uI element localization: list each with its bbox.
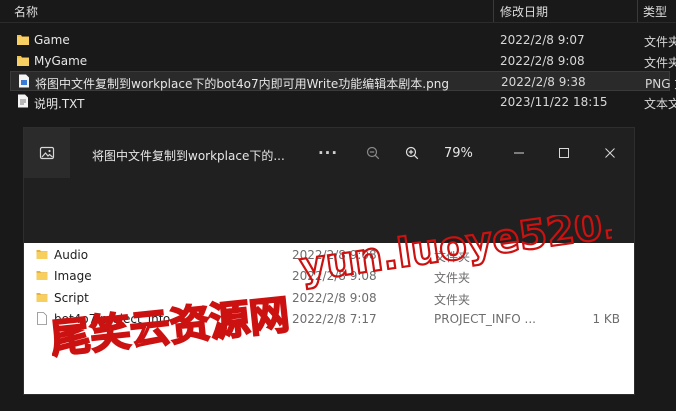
file-row-txt[interactable]: 说明.TXT 2023/11/22 18:15 文本文档 <box>10 92 676 112</box>
image-row-date: 2022/2/8 9:08 <box>292 269 377 283</box>
image-row-name: Image <box>54 269 92 283</box>
image-row: Image 2022/2/8 9:08 文件夹 <box>24 266 634 287</box>
image-row-type: 文件夹 <box>434 250 471 264</box>
image-row-name: bot4o7.project_info <box>54 312 171 326</box>
folder-icon <box>36 293 48 302</box>
file-name: 说明.TXT <box>34 97 85 111</box>
image-row-date: 2022/2/8 9:08 <box>292 248 377 262</box>
column-name-header[interactable]: 名称 <box>14 3 38 20</box>
close-button[interactable] <box>597 140 623 166</box>
image-row-size: 1 KB <box>592 312 620 326</box>
file-name: MyGame <box>34 54 88 68</box>
column-date-header[interactable]: 修改日期 <box>500 3 548 20</box>
app-icon-area[interactable] <box>24 128 70 178</box>
folder-icon <box>17 35 29 45</box>
image-file-icon <box>19 74 29 88</box>
image-row-type: 文件夹 <box>434 271 471 285</box>
column-type-header[interactable]: 类型 <box>643 3 667 20</box>
file-row-png[interactable]: 将图中文件复制到workplace下的bot4o7内即可用Write功能编辑本剧… <box>10 71 676 91</box>
file-date: 2022/2/8 9:07 <box>500 33 585 47</box>
viewer-title: 将图中文件复制到workplace下的... <box>92 149 285 163</box>
file-date: 2022/2/8 9:38 <box>501 75 586 89</box>
folder-icon <box>17 56 29 66</box>
image-row: Script 2022/2/8 9:08 文件夹 <box>24 288 634 309</box>
image-row-date: 2022/2/8 7:17 <box>292 312 377 326</box>
zoom-out-icon <box>366 146 380 160</box>
folder-icon <box>36 250 48 259</box>
folder-icon <box>36 271 48 280</box>
more-options-button[interactable]: ··· <box>315 140 341 166</box>
minimize-icon <box>514 152 524 154</box>
image-row-name: Audio <box>54 248 89 262</box>
displayed-image: Audio 2022/2/8 9:08 文件夹 Image 2022/2/8 9… <box>24 243 634 394</box>
file-type: 文本文档 <box>644 97 676 111</box>
column-divider[interactable] <box>493 0 494 22</box>
viewer-titlebar: 将图中文件复制到workplace下的... ··· 79% <box>24 128 634 178</box>
maximize-icon <box>559 148 569 158</box>
zoom-in-button[interactable] <box>399 140 425 166</box>
close-icon <box>605 148 615 158</box>
file-row-mygame[interactable]: MyGame 2022/2/8 9:08 文件夹 <box>10 51 676 71</box>
file-type: 文件夹 <box>644 56 676 70</box>
file-type: 文件夹 <box>644 35 676 49</box>
file-type: PNG 文件 <box>645 77 676 91</box>
column-header: 名称 修改日期 类型 <box>0 0 676 23</box>
file-name: Game <box>34 33 70 47</box>
column-divider[interactable] <box>637 0 638 22</box>
image-icon <box>39 146 55 160</box>
image-row: Audio 2022/2/8 9:08 文件夹 <box>24 245 634 266</box>
photo-viewer-window: 将图中文件复制到workplace下的... ··· 79% Audio 202… <box>24 128 634 394</box>
file-date: 2022/2/8 9:08 <box>500 54 585 68</box>
file-row-game[interactable]: Game 2022/2/8 9:07 文件夹 <box>10 30 676 50</box>
zoom-level: 79% <box>444 146 473 161</box>
file-date: 2023/11/22 18:15 <box>500 95 608 109</box>
image-row-date: 2022/2/8 9:08 <box>292 291 377 305</box>
file-icon <box>37 312 47 325</box>
minimize-button[interactable] <box>506 140 532 166</box>
image-row-type: PROJECT_INFO ... <box>434 312 536 326</box>
zoom-out-button[interactable] <box>360 140 386 166</box>
image-row: bot4o7.project_info 2022/2/8 7:17 PROJEC… <box>24 309 634 330</box>
image-row-type: 文件夹 <box>434 293 471 307</box>
maximize-button[interactable] <box>551 140 577 166</box>
file-name: 将图中文件复制到workplace下的bot4o7内即可用Write功能编辑本剧… <box>35 77 449 91</box>
zoom-in-icon <box>405 146 419 160</box>
image-row-name: Script <box>54 291 89 305</box>
text-file-icon <box>18 94 28 108</box>
